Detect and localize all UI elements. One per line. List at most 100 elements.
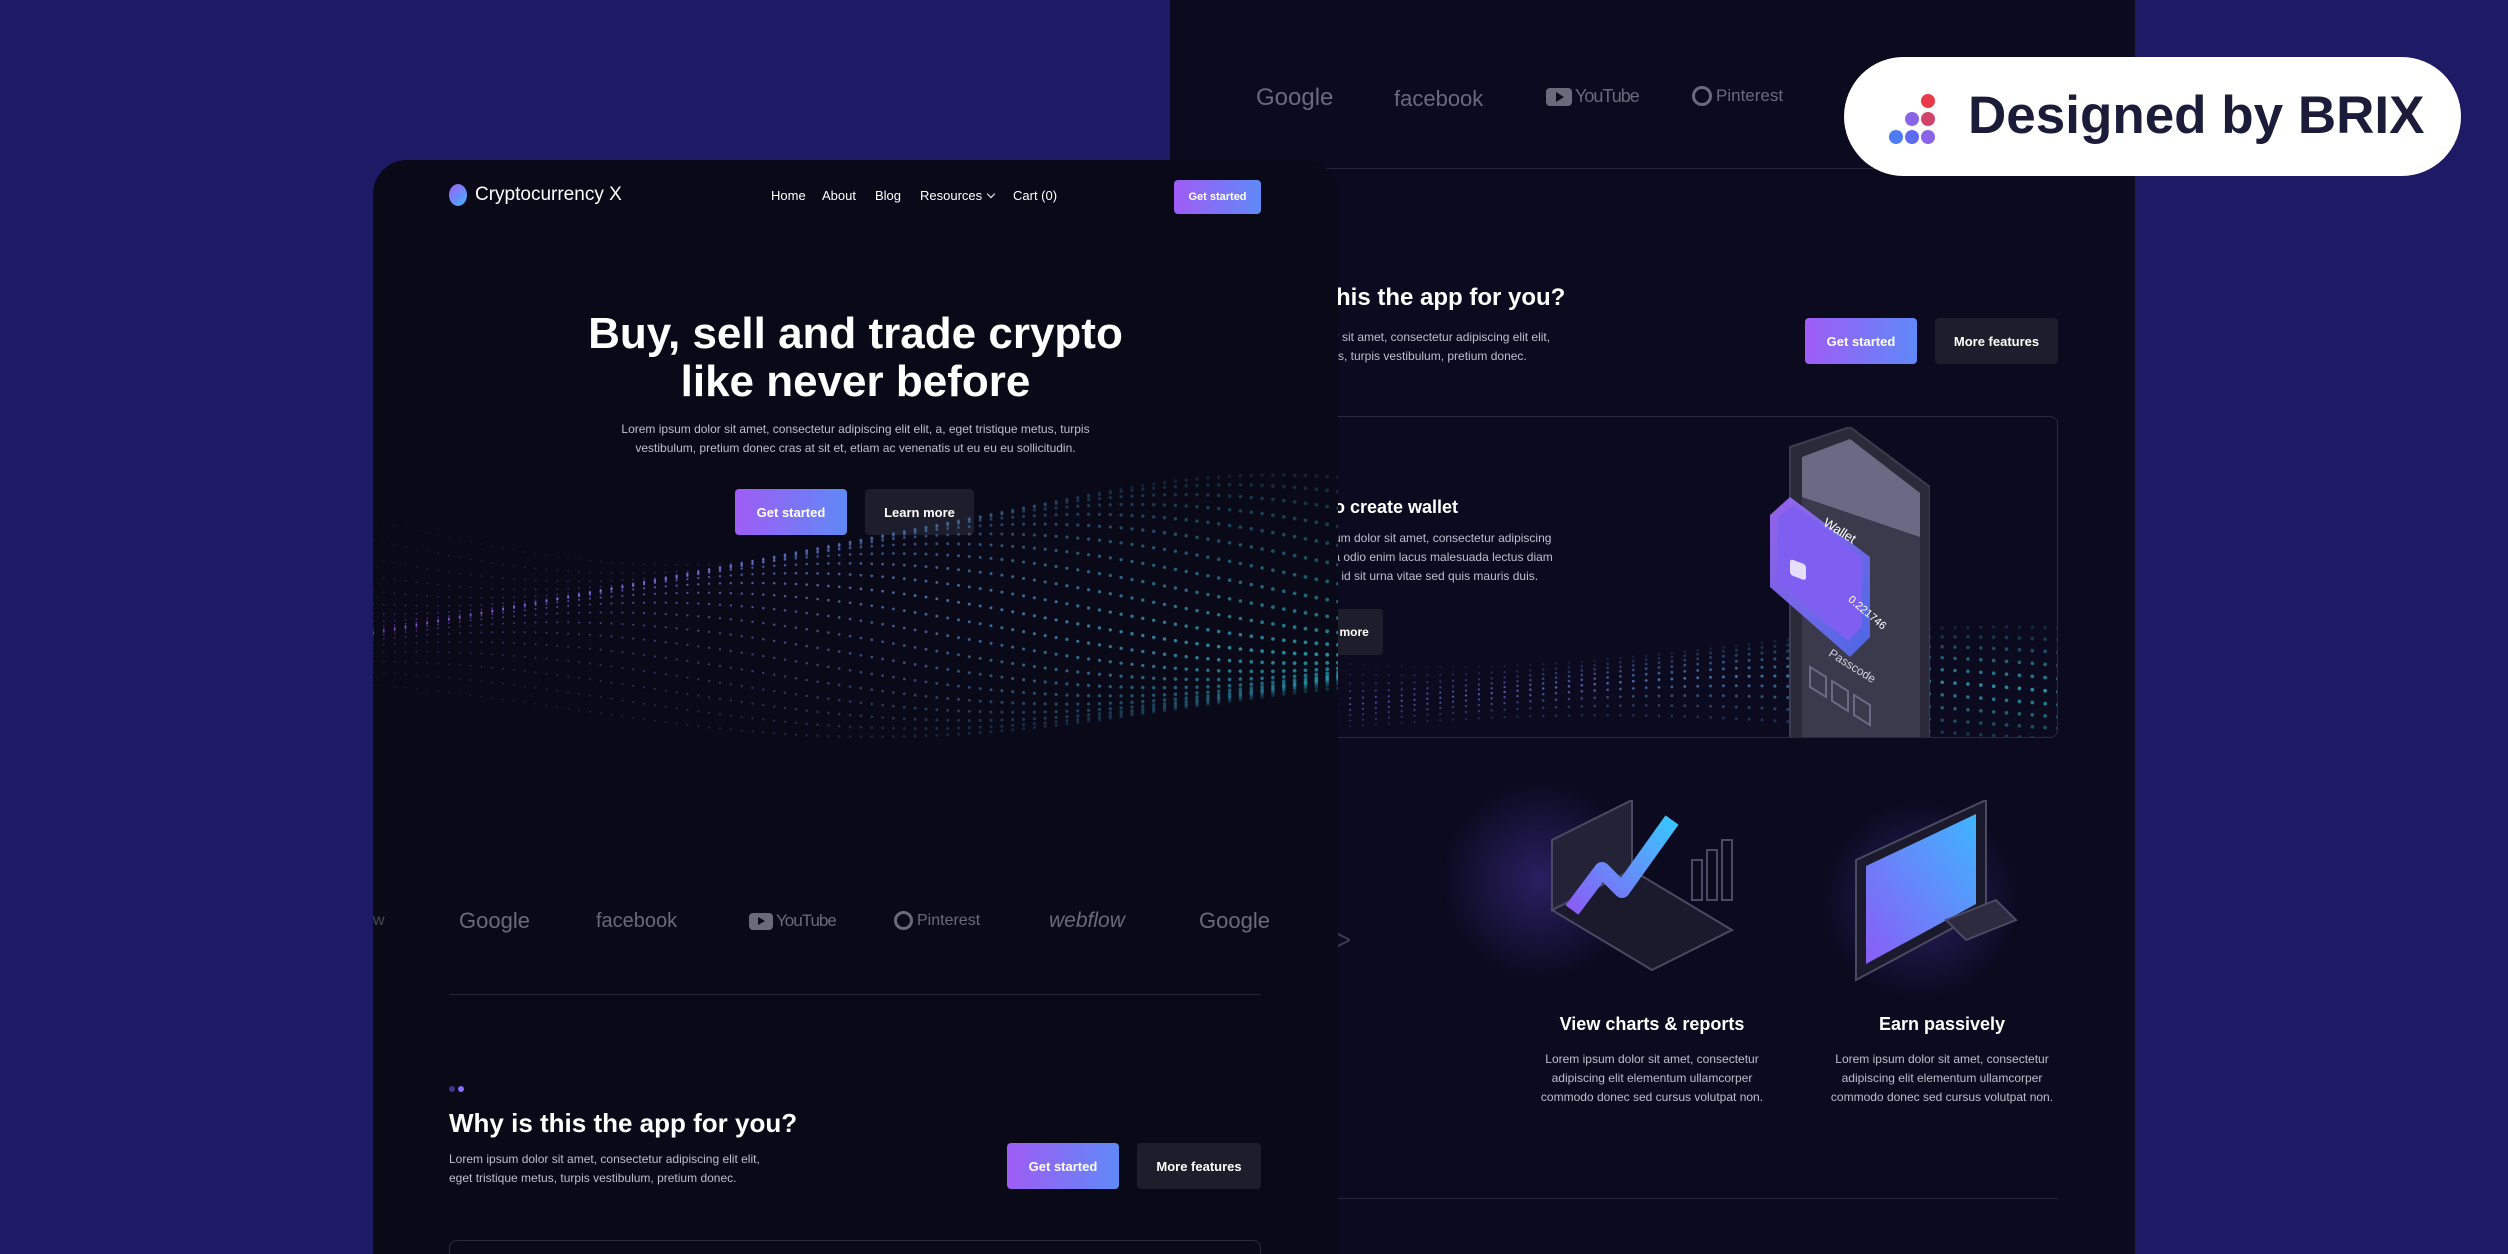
wave-dot (2017, 712, 2022, 716)
wave-dot (577, 633, 581, 636)
wave-dot (1303, 686, 1308, 690)
wave-dot (1426, 702, 1429, 705)
wave-dot (393, 604, 396, 606)
wave-dot (1303, 640, 1308, 645)
wave-dot (1173, 697, 1178, 701)
wave-dot (1606, 657, 1609, 661)
wave-dot (610, 713, 613, 716)
wave-dot (783, 554, 787, 558)
wave-dot (1503, 676, 1506, 679)
wave-dot (978, 532, 982, 536)
nav-blog[interactable]: Blog (875, 188, 901, 203)
wave-dot (902, 692, 906, 696)
nav-resources[interactable]: Resources (920, 188, 996, 203)
wave-dot (382, 631, 385, 634)
wave-dot (772, 559, 776, 563)
nav-about[interactable]: About (822, 188, 856, 203)
wave-dot (1503, 690, 1506, 694)
wave-dot (707, 563, 711, 566)
wave-dot (523, 551, 526, 553)
wave-dot (794, 595, 798, 599)
badge-text: Designed by BRIX (1968, 86, 2425, 145)
hero-title: Buy, sell and trade crypto like never be… (588, 309, 1123, 406)
wave-dot (1108, 711, 1112, 715)
wave-dot (1097, 643, 1102, 647)
wave-dot (567, 675, 570, 678)
nav-get-started-button[interactable]: Get started (1174, 180, 1261, 214)
wave-dot (1097, 707, 1102, 712)
wave-dot (881, 640, 884, 644)
wave-dot (1011, 718, 1015, 722)
wave-dot (729, 728, 733, 731)
wave-dot (772, 639, 776, 643)
wave-dot (415, 621, 418, 624)
wave-dot (1387, 722, 1390, 725)
wave-dot (805, 596, 808, 600)
wave-dot (1162, 565, 1167, 569)
wave-dot (382, 576, 385, 579)
wave-dot (448, 615, 450, 617)
wave-dot (1249, 618, 1254, 623)
section-title: Why is this the app for you? (449, 1108, 798, 1138)
phone-wallet-icon (1770, 425, 1931, 737)
wave-dot (1683, 650, 1687, 653)
wave-dot (1940, 667, 1944, 672)
wave-dot (653, 586, 657, 589)
wave-dot (1292, 473, 1297, 478)
wave-dot (1631, 695, 1635, 698)
wave-dot (599, 602, 602, 605)
wave-dot (1076, 639, 1080, 643)
wave-dot (502, 609, 505, 611)
wave-dot (1979, 657, 1983, 662)
back-more-features-button[interactable]: More features (1935, 318, 2058, 364)
wave-dot (393, 543, 396, 546)
wave-dot (664, 563, 667, 567)
wave-dot (642, 653, 646, 657)
wave-dot (480, 574, 483, 577)
wave-dot (1065, 566, 1069, 570)
wave-dot (599, 580, 602, 583)
wave-dot (740, 668, 743, 671)
wave-dot (1477, 693, 1481, 696)
wave-dot (1657, 656, 1661, 660)
wave-dot (1281, 692, 1286, 696)
wave-dot (1195, 535, 1199, 540)
wave-dot (805, 611, 808, 615)
wave-dot (2004, 625, 2009, 629)
wave-dot (924, 707, 928, 711)
wave-dot (1032, 561, 1036, 565)
nav-cart[interactable]: Cart (0) (1013, 188, 1057, 203)
brand-logo[interactable]: Cryptocurrency X (449, 184, 622, 206)
wave-dot (1206, 505, 1210, 510)
bottom-card-edge (449, 1240, 1261, 1254)
wave-dot (1413, 687, 1416, 690)
wave-dot (1173, 638, 1178, 643)
wave-dot (805, 583, 808, 586)
wave-dot (816, 597, 819, 601)
wave-dot (1011, 544, 1015, 548)
wave-dot (1065, 669, 1069, 673)
wave-dot (718, 648, 722, 651)
wave-dot (469, 558, 472, 561)
wave-dot (513, 601, 515, 604)
wave-dot (502, 588, 505, 591)
wave-dot (707, 571, 711, 574)
wave-dot (1374, 664, 1377, 667)
wave-dot (1054, 667, 1058, 672)
back-get-started-button[interactable]: Get started (1805, 318, 1917, 364)
wave-dot (2004, 635, 2009, 640)
wave-dot (653, 639, 657, 642)
wave-dot (1387, 682, 1390, 685)
section-more-features-button[interactable]: More features (1137, 1143, 1261, 1189)
section-get-started-button[interactable]: Get started (1007, 1143, 1119, 1189)
wave-dot (502, 577, 505, 580)
nav-home[interactable]: Home (771, 188, 806, 203)
wave-dot (448, 570, 450, 573)
wave-dot (751, 669, 754, 673)
wave-dot (1032, 578, 1036, 582)
wave-dot (1314, 595, 1319, 600)
wave-dot (924, 552, 928, 556)
wave-dot (1173, 685, 1178, 690)
wave-dot (1516, 694, 1519, 698)
wave-dot (621, 611, 624, 614)
